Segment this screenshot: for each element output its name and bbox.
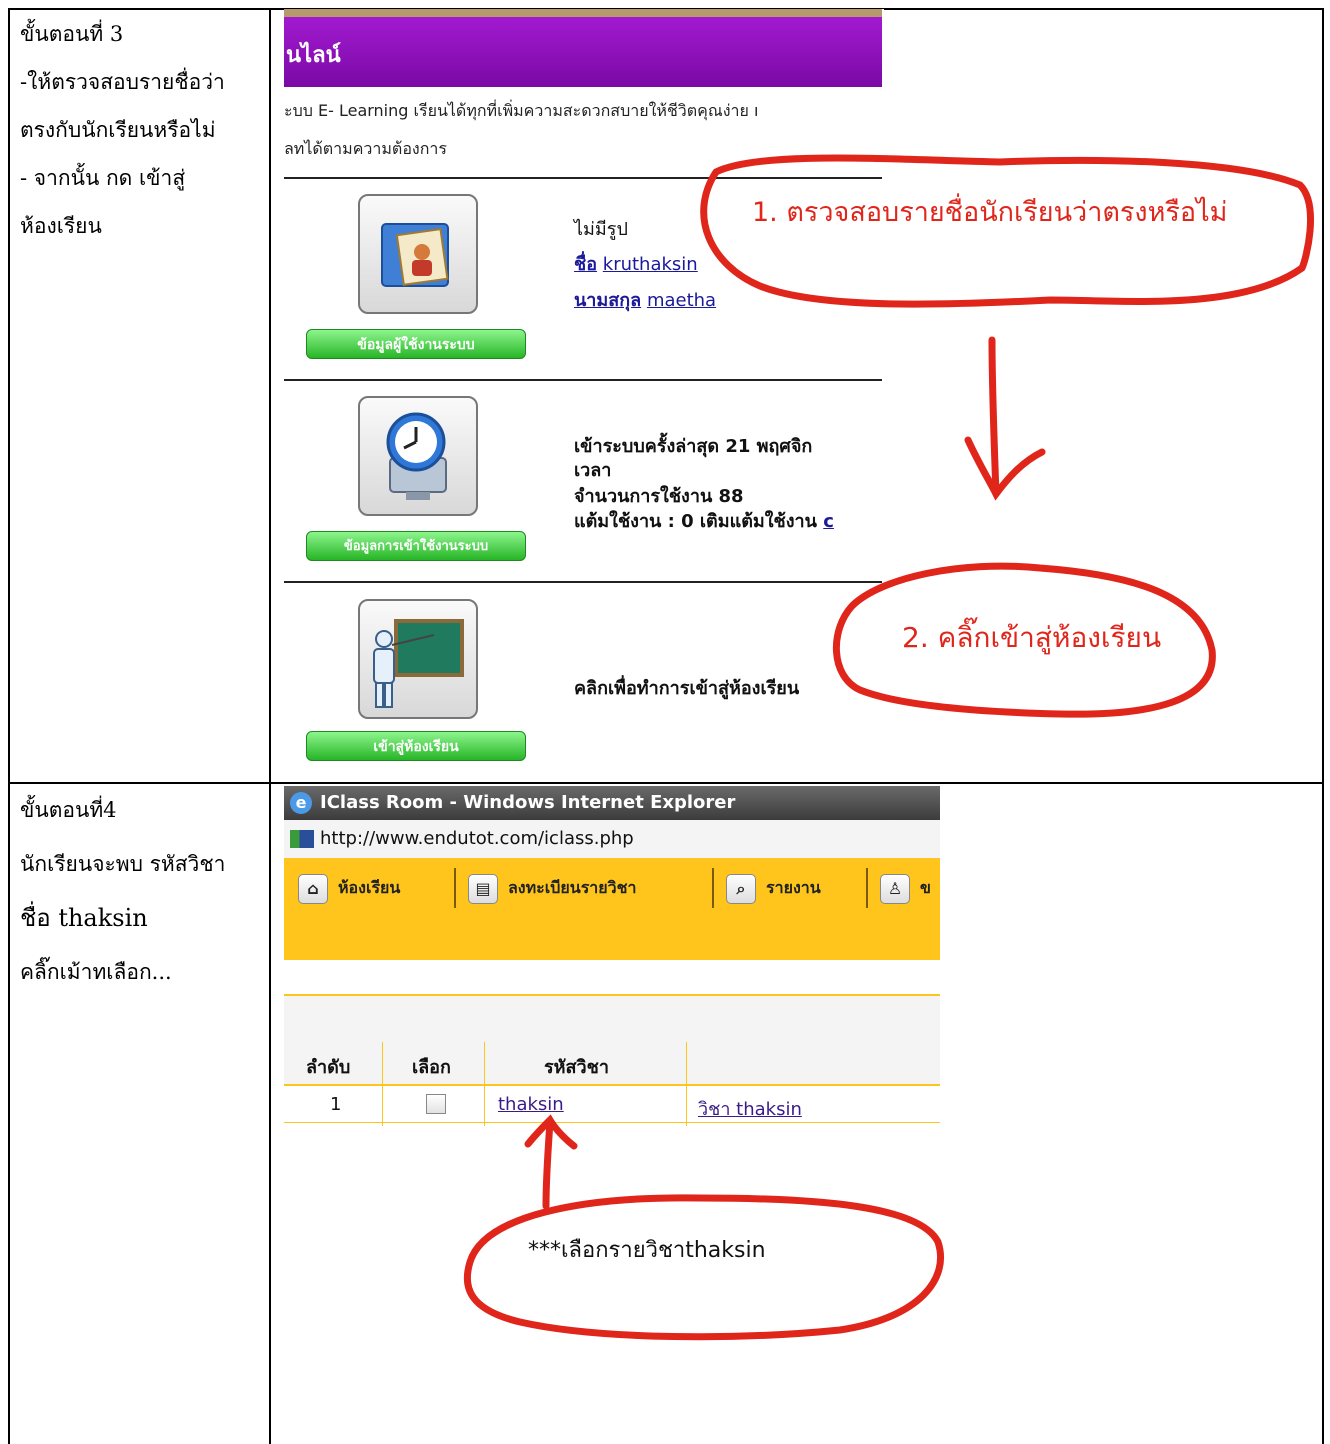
annotation-label-2: 2. คลิ๊กเข้าสู่ห้องเรียน bbox=[902, 621, 1162, 654]
annotation-label-1: 1. ตรวจสอบรายชื่อนักเรียนว่าตรงหรือไม่ bbox=[752, 197, 1228, 228]
annotation-arrow-down bbox=[964, 336, 1046, 501]
annotation-arrow-up bbox=[524, 1114, 578, 1210]
annotation-label-3: ***เลือกรายวิชาthaksin bbox=[528, 1238, 766, 1263]
annotation-loop-3 bbox=[463, 1194, 945, 1341]
